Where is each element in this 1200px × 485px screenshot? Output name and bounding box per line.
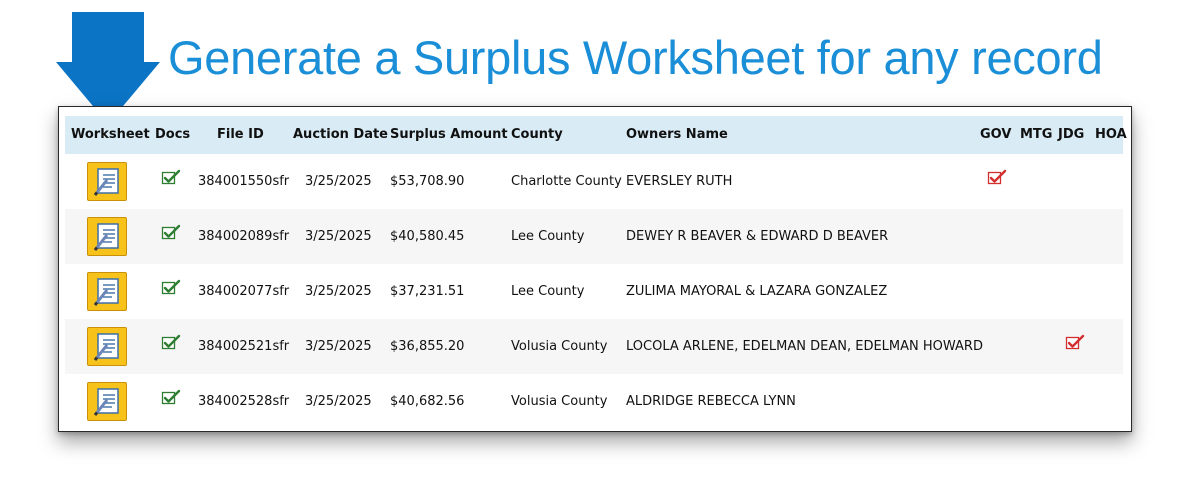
worksheet-button[interactable] [87,162,127,201]
cell-file-id: 384002077sfr [198,284,290,299]
docs-check-icon[interactable] [161,389,181,409]
cell-county: Volusia County [511,339,608,354]
cell-file-id: 384002528sfr [198,394,290,409]
docs-check-icon[interactable] [161,334,181,354]
col-header-mtg[interactable]: MTG [1020,116,1052,154]
docs-check-icon[interactable] [161,279,181,299]
docs-check-icon[interactable] [161,169,181,189]
worksheet-icon [94,168,119,196]
worksheet-icon [94,388,119,416]
worksheet-icon [94,278,119,306]
cell-surplus-amount: $53,708.90 [390,174,465,189]
cell-auction-date: 3/25/2025 [305,284,372,299]
table-row: 384002077sfr 3/25/2025 $37,231.51 Lee Count… [65,264,1123,319]
cell-surplus-amount: $37,231.51 [390,284,465,299]
cell-county: Lee County [511,284,585,299]
cell-auction-date: 3/25/2025 [305,394,372,409]
records-table: Worksheet Docs File ID Auction Date Surp… [58,106,1132,432]
col-header-auction-date[interactable]: Auction Date [293,116,388,154]
col-header-owners-name[interactable]: Owners Name [626,116,728,154]
worksheet-button[interactable] [87,217,127,256]
worksheet-icon [94,333,119,361]
col-header-county[interactable]: County [511,116,563,154]
worksheet-icon [94,223,119,251]
gov-flag-check-icon [987,169,1007,189]
worksheet-button[interactable] [87,382,127,421]
cell-file-id: 384001550sfr [198,174,290,189]
cell-auction-date: 3/25/2025 [305,174,372,189]
cell-county: Volusia County [511,394,608,409]
col-header-jdg[interactable]: JDG [1058,116,1084,154]
table-row: 384002089sfr 3/25/2025 $40,580.45 Lee Count… [65,209,1123,264]
col-header-gov[interactable]: GOV [980,116,1011,154]
cell-file-id: 384002521sfr [198,339,290,354]
table-row: 384001550sfr 3/25/2025 $53,708.90 Charlotte… [65,154,1123,209]
cell-owners-name: DEWEY R BEAVER & EDWARD D BEAVER [626,229,889,244]
table-row: 384002528sfr 3/25/2025 $40,682.56 Volusia C… [65,374,1123,429]
cell-auction-date: 3/25/2025 [305,339,372,354]
cell-county: Lee County [511,229,585,244]
jdg-flag-check-icon [1065,334,1085,354]
cell-owners-name: EVERSLEY RUTH [626,174,733,189]
worksheet-button[interactable] [87,272,127,311]
cell-file-id: 384002089sfr [198,229,290,244]
cell-owners-name: ALDRIDGE REBECCA LYNN [626,394,796,409]
cell-county: Charlotte County [511,174,622,189]
table-row: 384002521sfr 3/25/2025 $36,855.20 Volusia C… [65,319,1123,374]
cell-owners-name: LOCOLA ARLENE, EDELMAN DEAN, EDELMAN HOW… [626,339,983,354]
col-header-hoa[interactable]: HOA [1095,116,1127,154]
worksheet-button[interactable] [87,327,127,366]
cell-owners-name: ZULIMA MAYORAL & LAZARA GONZALEZ [626,284,888,299]
table-header: Worksheet Docs File ID Auction Date Surp… [65,116,1127,154]
cell-surplus-amount: $36,855.20 [390,339,465,354]
col-header-surplus-amount[interactable]: Surplus Amount [390,116,508,154]
page-headline: Generate a Surplus Worksheet for any rec… [168,31,1103,84]
col-header-docs[interactable]: Docs [155,116,190,154]
col-header-file-id[interactable]: File ID [217,116,264,154]
docs-check-icon[interactable] [161,224,181,244]
cell-surplus-amount: $40,682.56 [390,394,465,409]
cell-auction-date: 3/25/2025 [305,229,372,244]
cell-surplus-amount: $40,580.45 [390,229,465,244]
col-header-worksheet[interactable]: Worksheet [71,116,150,154]
